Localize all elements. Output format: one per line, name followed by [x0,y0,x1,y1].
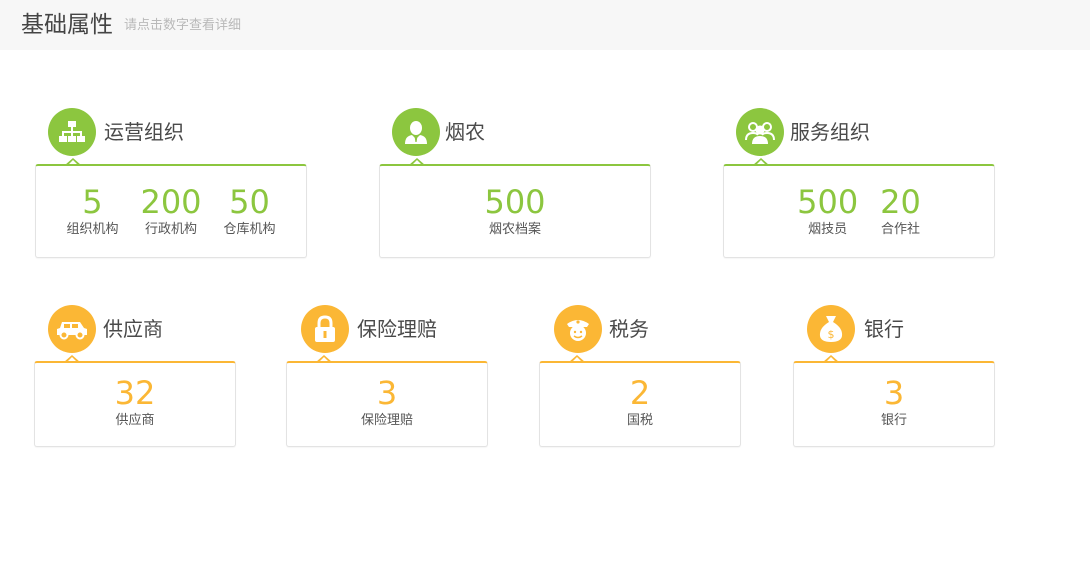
stat-suppliers[interactable]: 32 供应商 [115,363,156,446]
stat-label: 供应商 [115,413,155,428]
stat-technicians[interactable]: 500 烟技员 [797,166,858,257]
stat-national-tax[interactable]: 2 国税 [627,363,653,446]
stat-value[interactable]: 5 [66,184,118,220]
car-icon [48,305,96,353]
stat-value[interactable]: 32 [115,375,156,411]
stat-value[interactable]: 20 [880,184,921,220]
svg-text:$: $ [828,328,835,341]
stat-admin-institutions[interactable]: 200 行政机构 [140,166,201,257]
group-title: 烟农 [445,120,485,144]
stat-cooperatives[interactable]: 20 合作社 [880,166,921,257]
stat-label: 保险理赔 [360,413,413,428]
stat-banks[interactable]: 3 银行 [881,363,907,446]
org-chart-icon [48,108,96,156]
stats-card: 3 银行 [793,361,995,447]
stat-label: 国税 [626,413,653,428]
stats-card: 3 保险理赔 [286,361,488,447]
stat-value[interactable]: 200 [140,184,201,220]
page-title: 基础属性 [21,12,113,38]
header-bar: 基础属性 请点击数字查看详细 [0,0,1090,50]
stat-insurance-claims[interactable]: 3 保险理赔 [361,363,413,446]
stats-card: 32 供应商 [34,361,236,447]
stat-value[interactable]: 3 [361,375,413,411]
stats-card: 500 烟农档案 [379,164,651,258]
stats-card: 2 国税 [539,361,741,447]
money-bag-icon: $ [807,305,855,353]
stats-card: 500 烟技员 20 合作社 [723,164,995,258]
group-title: 服务组织 [790,120,870,144]
stat-value[interactable]: 3 [881,375,907,411]
officer-icon [554,305,602,353]
stat-value[interactable]: 500 [484,184,545,220]
stat-label: 行政机构 [144,222,197,237]
stat-value[interactable]: 500 [797,184,858,220]
stat-label: 组织机构 [66,222,119,237]
group-title: 税务 [609,317,649,341]
group-title: 运营组织 [104,120,184,144]
stat-label: 银行 [880,413,907,428]
stat-label: 烟农档案 [488,222,541,237]
stat-org-institutions[interactable]: 5 组织机构 [66,166,118,257]
stat-farmer-records[interactable]: 500 烟农档案 [484,166,545,257]
stat-label: 烟技员 [808,222,848,237]
group-title: 保险理赔 [357,317,437,341]
group-title: 供应商 [103,317,163,341]
group-title: 银行 [864,317,904,341]
page-subtitle: 请点击数字查看详细 [124,18,242,33]
stat-label: 合作社 [881,222,921,237]
stat-value[interactable]: 2 [627,375,653,411]
lock-icon [301,305,349,353]
farmer-icon [392,108,440,156]
stats-card: 5 组织机构 200 行政机构 50 仓库机构 [35,164,307,258]
people-group-icon [736,108,784,156]
stat-value[interactable]: 50 [224,184,276,220]
stat-warehouse-institutions[interactable]: 50 仓库机构 [224,166,276,257]
stat-label: 仓库机构 [223,222,276,237]
